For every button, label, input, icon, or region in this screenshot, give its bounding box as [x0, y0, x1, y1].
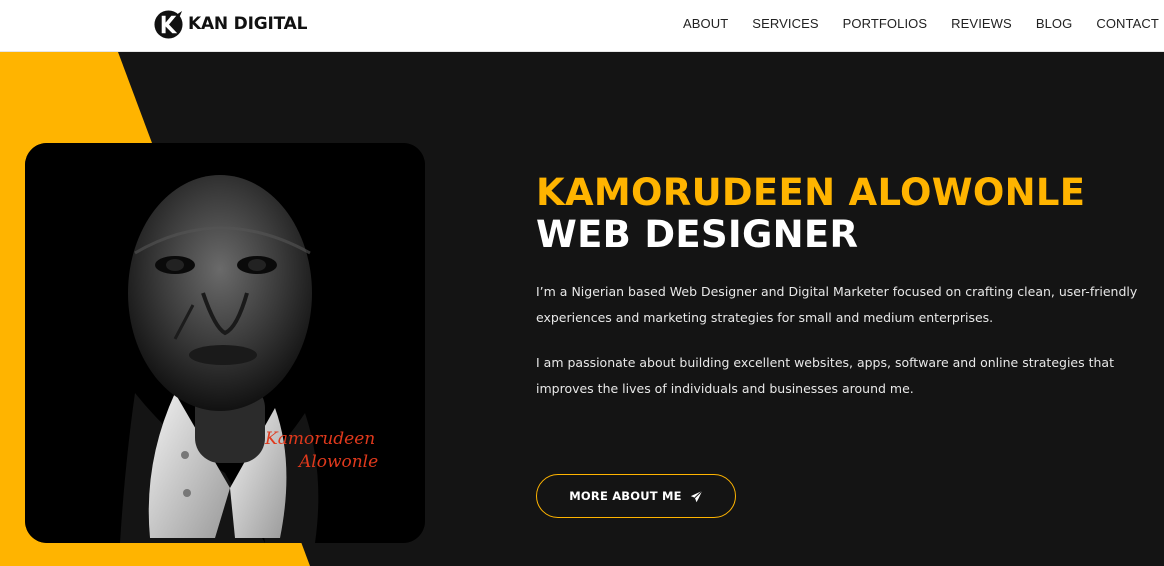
cta-label: MORE ABOUT ME: [569, 489, 682, 503]
nav-about[interactable]: ABOUT: [683, 16, 728, 31]
hero-role: WEB DESIGNER: [536, 213, 859, 256]
hero-name: KAMORUDEEN ALOWONLE: [536, 171, 1086, 214]
paper-plane-icon: [690, 489, 703, 502]
site-header: KAN DIGITAL ABOUT SERVICES PORTFOLIOS RE…: [0, 0, 1164, 52]
intro-paragraph: I’m a Nigerian based Web Designer and Di…: [536, 284, 1138, 325]
passion-paragraph: I am passionate about building excellent…: [536, 355, 1114, 396]
nav-blog[interactable]: BLOG: [1036, 16, 1073, 31]
more-about-me-button[interactable]: MORE ABOUT ME: [536, 474, 736, 518]
hero-section: Kamorudeen Alowonle KAMORUDEEN ALOWONLE …: [0, 52, 1164, 566]
brand-name: KAN DIGITAL: [188, 14, 308, 34]
site-logo[interactable]: KAN DIGITAL: [153, 9, 307, 39]
nav-services[interactable]: SERVICES: [752, 16, 818, 31]
portrait-image: [25, 143, 425, 543]
signature: Kamorudeen Alowonle: [265, 428, 415, 474]
main-nav: ABOUT SERVICES PORTFOLIOS REVIEWS BLOG C…: [683, 0, 1159, 46]
nav-contact[interactable]: CONTACT: [1096, 16, 1159, 31]
k-logo-icon: [154, 9, 183, 39]
nav-portfolios[interactable]: PORTFOLIOS: [843, 16, 928, 31]
signature-line-2: Alowonle: [299, 451, 379, 472]
nav-reviews[interactable]: REVIEWS: [951, 16, 1012, 31]
signature-line-1: Kamorudeen: [265, 429, 376, 449]
profile-photo: Kamorudeen Alowonle: [25, 143, 425, 543]
